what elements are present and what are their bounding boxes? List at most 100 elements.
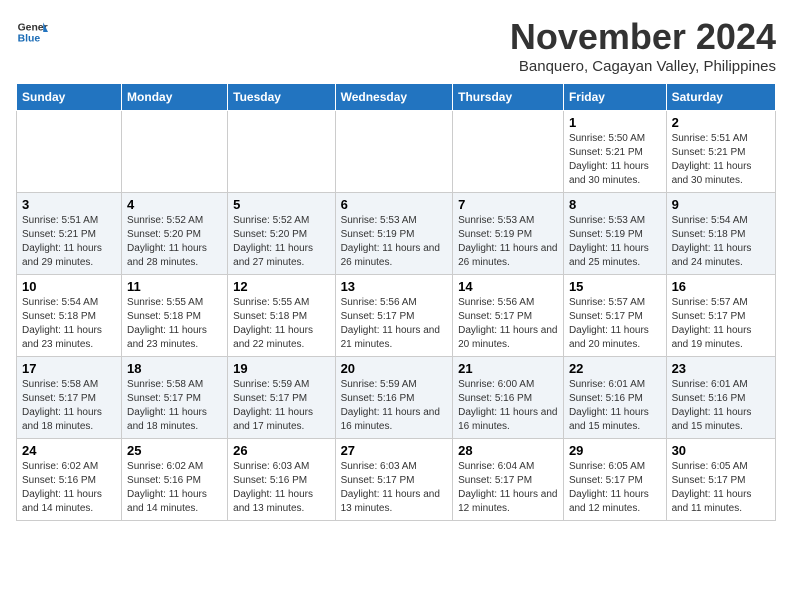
calendar-day-cell: 18Sunrise: 5:58 AM Sunset: 5:17 PM Dayli…	[122, 357, 228, 439]
calendar-day-cell	[453, 111, 564, 193]
day-info: Sunrise: 6:01 AM Sunset: 5:16 PM Dayligh…	[569, 378, 661, 434]
day-number: 4	[127, 197, 222, 212]
weekday-header-cell: Friday	[563, 84, 666, 111]
calendar-day-cell: 23 Sunrise: 6:01 AM Sunset: 5:16 PM Dayli…	[666, 357, 775, 439]
day-number: 16	[672, 279, 770, 294]
calendar-week-row: 1 Sunrise: 5:50 AM Sunset: 5:21 PM Daylig…	[17, 111, 776, 193]
day-number: 3	[22, 197, 116, 212]
calendar-day-cell: 3 Sunrise: 5:51 AM Sunset: 5:21 PM Daylig…	[17, 193, 122, 275]
calendar-day-cell: 19 Sunrise: 5:59 AM Sunset: 5:17 PM Dayli…	[228, 357, 335, 439]
day-info: Sunrise: 5:52 AM Sunset: 5:20 PM Dayligh…	[233, 214, 329, 270]
calendar-day-cell: 1 Sunrise: 5:50 AM Sunset: 5:21 PM Daylig…	[563, 111, 666, 193]
day-info: Sunrise: 5:58 AM Sunset: 5:17 PM Dayligh…	[22, 378, 116, 434]
day-info: Sunrise: 6:03 AM Sunset: 5:17 PM Dayligh…	[341, 460, 448, 516]
weekday-header-cell: Tuesday	[228, 84, 335, 111]
day-info: Sunrise: 5:51 AM Sunset: 5:21 PM Dayligh…	[22, 214, 116, 270]
day-number: 7	[458, 197, 558, 212]
day-info: Sunrise: 5:56 AM Sunset: 5:17 PM Dayligh…	[458, 296, 558, 352]
calendar-day-cell: 20 Sunrise: 5:59 AM Sunset: 5:16 PM Dayli…	[335, 357, 453, 439]
page-header: General Blue November 2024 Banquero, Cag…	[16, 16, 776, 75]
calendar-day-cell: 27 Sunrise: 6:03 AM Sunset: 5:17 PM Dayli…	[335, 439, 453, 521]
day-number: 26	[233, 443, 329, 458]
day-number: 21	[458, 361, 558, 376]
title-block: November 2024 Banquero, Cagayan Valley, …	[510, 16, 776, 75]
day-number: 1	[569, 115, 661, 130]
day-info: Sunrise: 5:55 AM Sunset: 5:18 PM Dayligh…	[127, 296, 222, 352]
day-info: Sunrise: 5:54 AM Sunset: 5:18 PM Dayligh…	[672, 214, 770, 270]
calendar-day-cell: 14Sunrise: 5:56 AM Sunset: 5:17 PM Dayli…	[453, 275, 564, 357]
calendar-day-cell: 21 Sunrise: 6:00 AM Sunset: 5:16 PM Dayli…	[453, 357, 564, 439]
day-info: Sunrise: 5:53 AM Sunset: 5:19 PM Dayligh…	[569, 214, 661, 270]
day-info: Sunrise: 5:50 AM Sunset: 5:21 PM Dayligh…	[569, 132, 661, 188]
weekday-header-cell: Thursday	[453, 84, 564, 111]
calendar-week-row: 10 Sunrise: 5:54 AM Sunset: 5:18 PM Dayli…	[17, 275, 776, 357]
calendar-day-cell: 8 Sunrise: 5:53 AM Sunset: 5:19 PM Daylig…	[563, 193, 666, 275]
calendar-day-cell: 11 Sunrise: 5:55 AM Sunset: 5:18 PM Dayli…	[122, 275, 228, 357]
calendar-day-cell: 25 Sunrise: 6:02 AM Sunset: 5:16 PM Dayli…	[122, 439, 228, 521]
weekday-header-row: SundayMondayTuesdayWednesdayThursdayFrid…	[17, 84, 776, 111]
day-info: Sunrise: 6:02 AM Sunset: 5:16 PM Dayligh…	[127, 460, 222, 516]
calendar-day-cell	[335, 111, 453, 193]
calendar-day-cell: 7 Sunrise: 5:53 AM Sunset: 5:19 PM Daylig…	[453, 193, 564, 275]
day-info: Sunrise: 5:51 AM Sunset: 5:21 PM Dayligh…	[672, 132, 770, 188]
calendar-day-cell	[122, 111, 228, 193]
calendar-day-cell: 22 Sunrise: 6:01 AM Sunset: 5:16 PM Dayli…	[563, 357, 666, 439]
day-info: Sunrise: 5:54 AM Sunset: 5:18 PM Dayligh…	[22, 296, 116, 352]
day-number: 19	[233, 361, 329, 376]
calendar-week-row: 3 Sunrise: 5:51 AM Sunset: 5:21 PM Daylig…	[17, 193, 776, 275]
calendar-day-cell: 26 Sunrise: 6:03 AM Sunset: 5:16 PM Dayli…	[228, 439, 335, 521]
logo: General Blue	[16, 16, 48, 48]
day-number: 15	[569, 279, 661, 294]
day-number: 23	[672, 361, 770, 376]
calendar-day-cell: 2 Sunrise: 5:51 AM Sunset: 5:21 PM Daylig…	[666, 111, 775, 193]
day-number: 13	[341, 279, 448, 294]
day-info: Sunrise: 5:55 AM Sunset: 5:18 PM Dayligh…	[233, 296, 329, 352]
day-number: 25	[127, 443, 222, 458]
day-info: Sunrise: 5:57 AM Sunset: 5:17 PM Dayligh…	[672, 296, 770, 352]
day-number: 22	[569, 361, 661, 376]
svg-text:Blue: Blue	[18, 34, 41, 45]
month-title: November 2024	[510, 16, 776, 58]
day-number: 5	[233, 197, 329, 212]
logo-icon: General Blue	[16, 16, 48, 48]
day-number: 17	[22, 361, 116, 376]
day-info: Sunrise: 6:01 AM Sunset: 5:16 PM Dayligh…	[672, 378, 770, 434]
weekday-header-cell: Wednesday	[335, 84, 453, 111]
day-number: 29	[569, 443, 661, 458]
day-info: Sunrise: 6:02 AM Sunset: 5:16 PM Dayligh…	[22, 460, 116, 516]
calendar-day-cell	[17, 111, 122, 193]
day-number: 8	[569, 197, 661, 212]
day-number: 9	[672, 197, 770, 212]
day-info: Sunrise: 5:53 AM Sunset: 5:19 PM Dayligh…	[341, 214, 448, 270]
calendar-week-row: 24 Sunrise: 6:02 AM Sunset: 5:16 PM Dayli…	[17, 439, 776, 521]
calendar-body: 1 Sunrise: 5:50 AM Sunset: 5:21 PM Daylig…	[17, 111, 776, 521]
day-info: Sunrise: 6:03 AM Sunset: 5:16 PM Dayligh…	[233, 460, 329, 516]
day-info: Sunrise: 5:59 AM Sunset: 5:16 PM Dayligh…	[341, 378, 448, 434]
calendar-day-cell: 9 Sunrise: 5:54 AM Sunset: 5:18 PM Daylig…	[666, 193, 775, 275]
day-number: 24	[22, 443, 116, 458]
day-number: 27	[341, 443, 448, 458]
calendar-day-cell: 16 Sunrise: 5:57 AM Sunset: 5:17 PM Dayli…	[666, 275, 775, 357]
day-number: 2	[672, 115, 770, 130]
day-number: 11	[127, 279, 222, 294]
day-number: 6	[341, 197, 448, 212]
day-info: Sunrise: 6:00 AM Sunset: 5:16 PM Dayligh…	[458, 378, 558, 434]
calendar-day-cell: 4Sunrise: 5:52 AM Sunset: 5:20 PM Daylig…	[122, 193, 228, 275]
calendar-day-cell: 13 Sunrise: 5:56 AM Sunset: 5:17 PM Dayli…	[335, 275, 453, 357]
day-info: Sunrise: 5:56 AM Sunset: 5:17 PM Dayligh…	[341, 296, 448, 352]
calendar-day-cell: 24 Sunrise: 6:02 AM Sunset: 5:16 PM Dayli…	[17, 439, 122, 521]
calendar-day-cell: 12 Sunrise: 5:55 AM Sunset: 5:18 PM Dayli…	[228, 275, 335, 357]
day-info: Sunrise: 5:53 AM Sunset: 5:19 PM Dayligh…	[458, 214, 558, 270]
day-number: 10	[22, 279, 116, 294]
day-info: Sunrise: 5:59 AM Sunset: 5:17 PM Dayligh…	[233, 378, 329, 434]
location-title: Banquero, Cagayan Valley, Philippines	[510, 58, 776, 75]
day-number: 20	[341, 361, 448, 376]
day-info: Sunrise: 6:05 AM Sunset: 5:17 PM Dayligh…	[569, 460, 661, 516]
day-number: 30	[672, 443, 770, 458]
calendar-day-cell: 10 Sunrise: 5:54 AM Sunset: 5:18 PM Dayli…	[17, 275, 122, 357]
day-info: Sunrise: 5:58 AM Sunset: 5:17 PM Dayligh…	[127, 378, 222, 434]
calendar-day-cell: 5 Sunrise: 5:52 AM Sunset: 5:20 PM Daylig…	[228, 193, 335, 275]
day-info: Sunrise: 6:05 AM Sunset: 5:17 PM Dayligh…	[672, 460, 770, 516]
day-number: 12	[233, 279, 329, 294]
day-info: Sunrise: 5:57 AM Sunset: 5:17 PM Dayligh…	[569, 296, 661, 352]
